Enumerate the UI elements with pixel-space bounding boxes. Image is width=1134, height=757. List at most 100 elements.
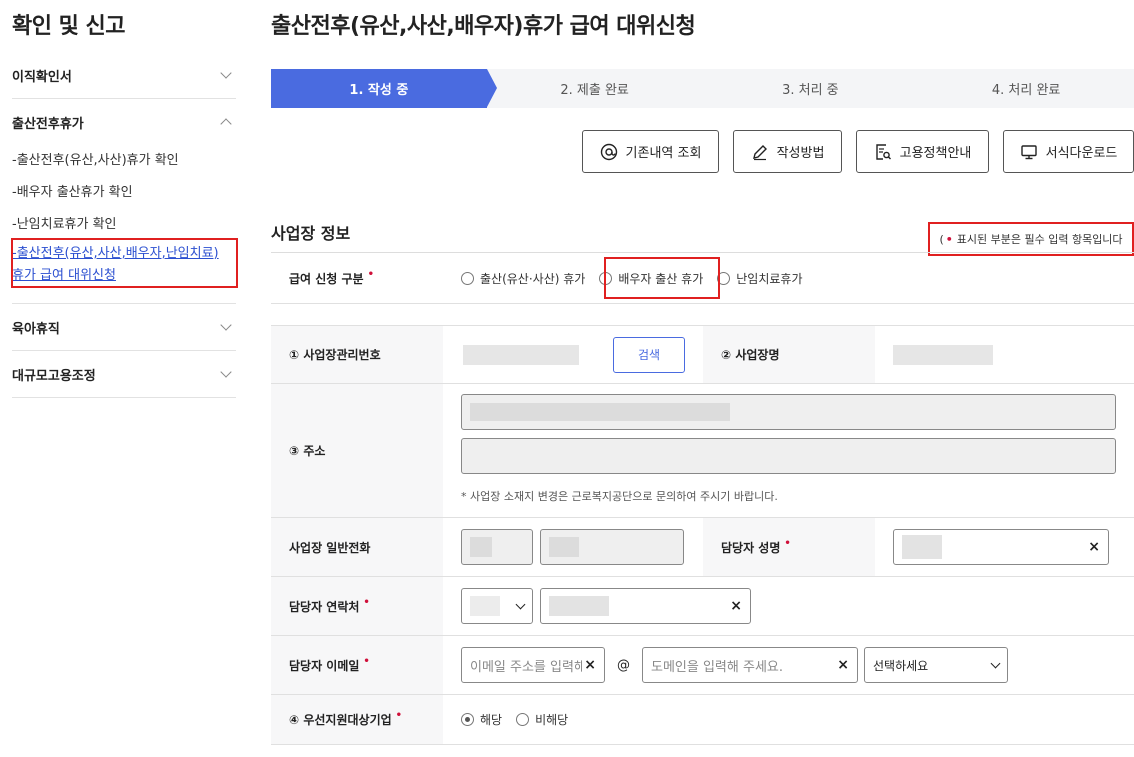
- at-circle-icon: [600, 143, 617, 160]
- radio-priority-yes[interactable]: 해당: [461, 711, 502, 728]
- radio-infertility[interactable]: 난임치료휴가: [717, 270, 803, 287]
- clear-icon[interactable]: ×: [837, 657, 849, 673]
- highlight-box-spouse-radio: [604, 257, 720, 299]
- phone-number-input[interactable]: [540, 529, 684, 565]
- email-id-input[interactable]: 이메일 주소를 입력해 ×: [461, 647, 605, 683]
- side-menu: 이직확인서 출산전후휴가 -출산전후(유산,사산)휴가 확인 -배우자 출산휴가…: [12, 52, 236, 398]
- contact-number-input[interactable]: ×: [540, 588, 751, 624]
- step-label: 2. 제출 완료: [560, 83, 629, 98]
- form-table: 급여 신청 구분 • 출산(유산·사산) 휴가 배우자 출산 휴가 난임치료휴가 …: [271, 252, 1134, 745]
- label-priority: ④ 우선지원대상기업 •: [271, 695, 443, 744]
- label-text: 급여 신청 구분: [289, 271, 364, 286]
- page-title: 출산전후(유산,사산,배우자)휴가 급여 대위신청: [271, 14, 696, 39]
- chevron-down-icon: [220, 319, 232, 331]
- policy-button[interactable]: 고용정책안내: [856, 130, 989, 173]
- required-dot-icon: •: [395, 710, 403, 721]
- required-dot-icon: •: [367, 268, 375, 280]
- chevron-up-icon: [220, 118, 232, 130]
- menu-group-childcare: 육아휴직: [12, 304, 236, 351]
- menu-group-layoff: 대규모고용조정: [12, 351, 236, 398]
- required-note-open: (: [939, 232, 944, 246]
- step-2: 2. 제출 완료: [486, 69, 713, 108]
- search-button[interactable]: 검색: [613, 336, 685, 373]
- sidebar-title: 확인 및 신고: [12, 14, 126, 39]
- radio-maternity[interactable]: 출산(유산·사산) 휴가: [461, 270, 585, 287]
- clear-icon[interactable]: ×: [730, 598, 742, 614]
- address-input-2[interactable]: [461, 438, 1116, 474]
- email-placeholder: 이메일 주소를 입력해: [470, 659, 582, 675]
- at-sign: @: [617, 657, 630, 673]
- chevron-down-icon: [990, 658, 1001, 668]
- menu-head-layoff[interactable]: 대규모고용조정: [12, 351, 236, 397]
- label-text: 담당자 성명: [721, 540, 781, 555]
- cell-priority: 해당 비해당: [443, 695, 1134, 744]
- contact-prefix-value: [470, 596, 500, 616]
- sub-item-infertility-confirm[interactable]: -난임치료휴가 확인: [12, 209, 236, 241]
- chevron-down-icon: [515, 599, 526, 609]
- step-arrow: [918, 69, 929, 107]
- tool-buttons: 기존내역 조회 작성방법 고용정책안내 서식다운로드: [582, 130, 1134, 173]
- clear-icon[interactable]: ×: [1088, 539, 1100, 555]
- domain-select-value: 선택하세요: [873, 658, 929, 673]
- contact-number-value: [549, 596, 609, 616]
- row-business-number: ① 사업장관리번호 검색 ② 사업장명: [271, 326, 1134, 384]
- label-manager-contact: 담당자 연락처 •: [271, 577, 443, 635]
- step-1: 1. 작성 중: [271, 69, 497, 108]
- address-input-1[interactable]: [461, 394, 1116, 430]
- address-value: [470, 403, 730, 421]
- radio-circle: [461, 271, 474, 285]
- section-title: 사업장 정보: [271, 224, 351, 243]
- radio-circle: [461, 713, 474, 726]
- menu-head-childcare[interactable]: 육아휴직: [12, 304, 236, 350]
- manager-name-input[interactable]: ×: [893, 529, 1109, 565]
- radio-label: 비해당: [535, 713, 569, 727]
- required-dot-icon: •: [784, 537, 791, 549]
- required-note-text: 표시된 부분은 필수 입력 항목입니다: [956, 233, 1123, 246]
- radio-label: 난임치료휴가: [736, 271, 803, 286]
- label-text: 담당자 이메일: [289, 658, 360, 673]
- label-phone: 사업장 일반전화: [271, 518, 443, 576]
- required-dot-icon: •: [945, 232, 953, 246]
- cell-manager-contact: ×: [443, 577, 1134, 635]
- radio-priority-no[interactable]: 비해당: [516, 711, 568, 728]
- row-address: ③ 주소 * 사업장 소재지 변경은 근로복지공단으로 문의하여 주시기 바랍니…: [271, 384, 1134, 518]
- label-benefit-type: 급여 신청 구분 •: [271, 253, 443, 303]
- download-button[interactable]: 서식다운로드: [1003, 130, 1134, 173]
- row-phone: 사업장 일반전화 담당자 성명 • ×: [271, 518, 1134, 577]
- phone-area-value: [470, 537, 492, 557]
- menu-head-resignation[interactable]: 이직확인서: [12, 52, 236, 98]
- phone-number-value: [549, 537, 579, 557]
- download-button-label: 서식다운로드: [1045, 146, 1118, 161]
- clear-icon[interactable]: ×: [584, 657, 596, 673]
- domain-select[interactable]: 선택하세요: [864, 647, 1008, 683]
- step-arrow: [702, 69, 713, 107]
- contact-prefix-select[interactable]: [461, 588, 533, 624]
- label-business-number: ① 사업장관리번호: [271, 326, 443, 383]
- label-manager-email: 담당자 이메일 •: [271, 636, 443, 694]
- highlight-box-active-menu: [11, 238, 238, 288]
- label-manager-name: 담당자 성명 •: [703, 518, 875, 576]
- cell-benefit-type: 출산(유산·사산) 휴가 배우자 출산 휴가 난임치료휴가: [443, 253, 1134, 303]
- howto-button[interactable]: 작성방법: [733, 130, 842, 173]
- howto-button-label: 작성방법: [776, 146, 825, 161]
- phone-area-input[interactable]: [461, 529, 533, 565]
- email-domain-input[interactable]: 도메인을 입력해 주세요. ×: [642, 647, 858, 683]
- monitor-icon: [1020, 144, 1037, 159]
- sub-item-spouse-confirm[interactable]: -배우자 출산휴가 확인: [12, 177, 236, 209]
- history-button-label: 기존내역 조회: [625, 146, 702, 161]
- step-3: 3. 처리 중: [702, 69, 929, 108]
- sub-item-maternity-confirm[interactable]: -출산전후(유산,사산)휴가 확인: [12, 145, 236, 177]
- cell-manager-email: 이메일 주소를 입력해 × @ 도메인을 입력해 주세요. × 선택하세요: [443, 636, 1134, 694]
- menu-head-label: 대규모고용조정: [12, 368, 96, 384]
- document-search-icon: [875, 143, 891, 160]
- cell-address: * 사업장 소재지 변경은 근로복지공단으로 문의하여 주시기 바랍니다.: [443, 384, 1134, 517]
- row-manager-contact: 담당자 연락처 • ×: [271, 577, 1134, 636]
- cell-phone: [443, 518, 703, 576]
- menu-head-maternity[interactable]: 출산전후휴가: [12, 99, 236, 145]
- menu-head-label: 이직확인서: [12, 69, 72, 85]
- policy-button-label: 고용정책안내: [899, 146, 972, 161]
- cell-manager-name: ×: [875, 518, 1134, 576]
- step-label: 3. 처리 중: [782, 83, 839, 98]
- history-button[interactable]: 기존내역 조회: [582, 130, 719, 173]
- step-arrow: [486, 69, 497, 107]
